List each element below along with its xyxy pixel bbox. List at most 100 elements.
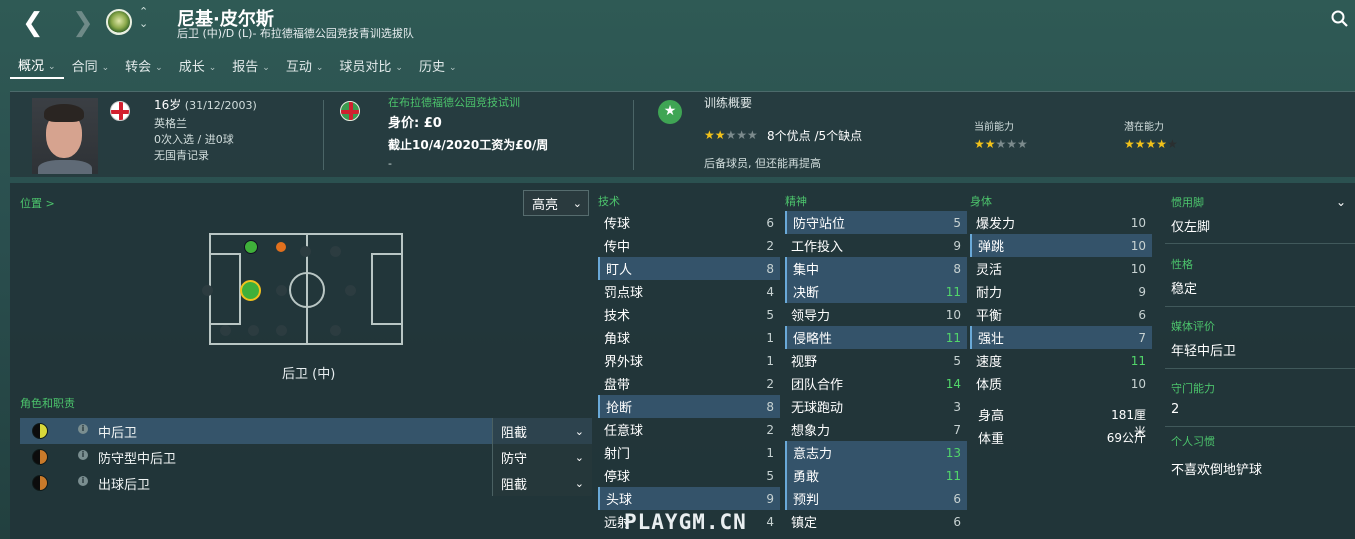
attribute-value: 7 — [1138, 330, 1146, 345]
attribute-row: 集中 8 — [785, 257, 967, 280]
attribute-row: 视野 5 — [785, 349, 967, 372]
training-title: 训练概要 — [704, 96, 753, 110]
tab-contract[interactable]: 合同 ⌄ — [64, 57, 118, 79]
info-icon[interactable]: i — [78, 424, 88, 434]
personality-value: 稳定 — [1171, 282, 1198, 297]
summary-stars: ★★★★★ — [704, 128, 758, 142]
tab-overview[interactable]: 概况 ⌄ — [10, 57, 64, 79]
role-row[interactable]: i 防守型中后卫 防守 ⌄ — [20, 444, 592, 470]
duty-dropdown[interactable]: 防守 ⌄ — [492, 444, 592, 470]
attribute-value: 4 — [766, 284, 774, 299]
attribute-value: 5 — [953, 353, 961, 368]
habits-label: 个人习惯 — [1171, 435, 1215, 448]
attribute-row: 耐力 9 — [970, 280, 1152, 303]
player-age: 16岁 — [154, 98, 182, 112]
duty-dropdown[interactable]: 阻截 ⌄ — [492, 470, 592, 496]
duty-dropdown[interactable]: 阻截 ⌄ — [492, 418, 592, 444]
current-ability-label: 当前能力 — [974, 122, 1014, 133]
position-dot — [330, 246, 341, 257]
attribute-row: 决断 11 — [785, 280, 967, 303]
info-icon[interactable]: i — [78, 450, 88, 460]
attribute-value: 4 — [766, 514, 774, 529]
back-arrow-icon[interactable]: ❮ — [22, 8, 44, 38]
chevron-down-icon[interactable]: ⌄ — [1336, 195, 1346, 209]
attribute-value: 10 — [945, 307, 961, 322]
habits-value: 不喜欢倒地铲球 — [1171, 463, 1263, 478]
attribute-row: 弹跳 10 — [970, 234, 1152, 257]
position-dot-unconvincing — [276, 242, 286, 252]
attribute-name: 平衡 — [976, 309, 1003, 324]
club-small-badge-icon — [340, 101, 360, 121]
attribute-row: 强壮 7 — [970, 326, 1152, 349]
highlight-dropdown[interactable]: 高亮 ⌄ — [523, 190, 589, 216]
position-link[interactable]: 位置 > — [20, 195, 55, 211]
tab-development[interactable]: 成长 ⌄ — [171, 57, 225, 79]
attribute-row: 停球 5 — [598, 464, 780, 487]
attribute-value: 13 — [945, 445, 961, 460]
attribute-row: 预判 6 — [785, 487, 967, 510]
chevron-down-icon: ⌄ — [48, 62, 56, 72]
chevron-down-icon: ⌄ — [395, 63, 403, 73]
mental-header: 精神 — [785, 195, 807, 208]
divider — [323, 100, 324, 170]
forward-arrow-icon[interactable]: ❯ — [72, 8, 94, 38]
attribute-value: 6 — [953, 491, 961, 506]
position-label: 后卫 (中) — [282, 367, 336, 382]
attribute-name: 头球 — [606, 493, 633, 508]
attribute-name: 罚点球 — [604, 286, 644, 301]
club-badge-icon[interactable] — [106, 9, 132, 35]
tab-bar: 概况 ⌄ 合同 ⌄ 转会 ⌄ 成长 ⌄ 报告 ⌄ 互动 ⌄ 球员对比 ⌄ 历史 ⌄ — [10, 57, 465, 81]
star-badge-icon — [658, 100, 682, 124]
top-bar: ❮ ❯ ⌃ ⌄ 尼基·皮尔斯 后卫 (中)/D (L)- 布拉德福德公园竞技青训选… — [0, 0, 1355, 54]
roles-title: 角色和职责 — [20, 397, 75, 410]
search-icon[interactable] — [1331, 10, 1349, 28]
attribute-value: 5 — [953, 215, 961, 230]
role-duty-icon — [32, 423, 48, 439]
position-dot — [300, 246, 311, 257]
position-dot — [248, 325, 259, 336]
attribute-row: 领导力 10 — [785, 303, 967, 326]
attribute-name: 爆发力 — [976, 217, 1016, 232]
attribute-row: 灵活 10 — [970, 257, 1152, 280]
tab-reports[interactable]: 报告 ⌄ — [224, 57, 278, 79]
attribute-name: 意志力 — [793, 447, 833, 462]
club-switch-icon[interactable]: ⌃ ⌄ — [139, 6, 148, 30]
tab-transfer[interactable]: 转会 ⌄ — [117, 57, 171, 79]
role-row[interactable]: i 出球后卫 阻截 ⌄ — [20, 470, 592, 496]
current-ability-stars: ★★★★★ — [974, 137, 1028, 151]
chevron-down-icon: ⌄ — [155, 63, 163, 73]
role-duty-icon — [32, 449, 48, 465]
attribute-name: 团队合作 — [791, 378, 844, 393]
attribute-value: 1 — [766, 330, 774, 345]
potential-ability-stars: ★★★★★ — [1124, 137, 1178, 151]
attribute-name: 技术 — [604, 309, 631, 324]
attribute-value: 2 — [766, 422, 774, 437]
attribute-row: 防守站位 5 — [785, 211, 967, 234]
weight-value: 69公斤 — [1106, 431, 1146, 445]
attribute-value: 6 — [766, 215, 774, 230]
tab-interaction[interactable]: 互动 ⌄ — [278, 57, 332, 79]
gk-label: 守门能力 — [1171, 382, 1215, 395]
player-nation[interactable]: 英格兰 — [154, 116, 187, 132]
attribute-row: 勇敢 11 — [785, 464, 967, 487]
potential-ability-label: 潜在能力 — [1124, 122, 1164, 133]
attribute-row: 抢断 8 — [598, 395, 780, 418]
position-dot — [276, 285, 287, 296]
attribute-name: 角球 — [604, 332, 631, 347]
trial-status[interactable]: 在布拉德福德公园竞技试训 — [388, 95, 520, 111]
pros-cons: 8个优点 /5个缺点 — [767, 129, 863, 143]
attribute-name: 灵活 — [976, 263, 1003, 278]
tab-compare[interactable]: 球员对比 ⌄ — [331, 57, 411, 79]
role-row[interactable]: i 中后卫 阻截 ⌄ — [20, 418, 592, 444]
attribute-name: 体质 — [976, 378, 1003, 393]
attribute-row: 意志力 13 — [785, 441, 967, 464]
weight-label: 体重 — [978, 432, 1005, 447]
info-icon[interactable]: i — [78, 476, 88, 486]
tab-history[interactable]: 历史 ⌄ — [411, 57, 465, 79]
attribute-row: 工作投入 9 — [785, 234, 967, 257]
attribute-value: 5 — [766, 468, 774, 483]
attribute-row: 侵略性 11 — [785, 326, 967, 349]
chevron-down-icon: ⌄ — [574, 476, 584, 490]
attribute-value: 2 — [766, 376, 774, 391]
position-dot-selected[interactable] — [240, 280, 261, 301]
